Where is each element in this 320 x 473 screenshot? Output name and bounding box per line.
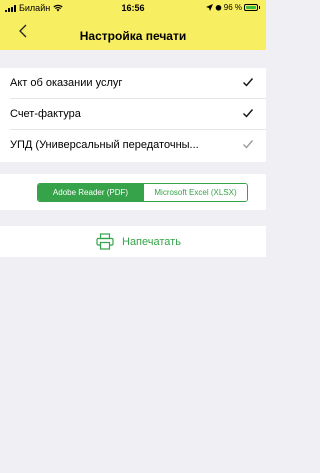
location-icon [205,4,213,11]
print-button[interactable]: Напечатать [96,233,181,250]
document-list: Акт об оказании услуг Счет-фактура УПД (… [0,68,266,162]
print-section: Напечатать [0,226,266,257]
format-option-pdf[interactable]: Adobe Reader (PDF) [38,184,143,201]
document-row-invoice[interactable]: Счет-фактура [0,99,266,130]
document-row-act[interactable]: Акт об оказании услуг [0,68,266,99]
battery-percent: 96 % [223,3,242,12]
document-row-upd[interactable]: УПД (Универсальный передаточны... [0,130,266,161]
document-label: Счет-фактура [10,108,81,120]
alarm-icon [215,5,222,11]
checkmark-icon [243,140,254,149]
format-option-xlsx[interactable]: Microsoft Excel (XLSX) [143,184,247,201]
printer-icon [96,233,114,250]
checkmark-icon [243,78,254,87]
format-segmented-control: Adobe Reader (PDF) Microsoft Excel (XLSX… [37,183,248,202]
checkmark-icon [243,109,254,118]
page-title: Настройка печати [79,29,187,43]
battery-icon [244,4,260,11]
status-right: 96 % [205,3,260,12]
document-label: Акт об оказании услуг [10,77,123,89]
format-section: Adobe Reader (PDF) Microsoft Excel (XLSX… [0,174,266,210]
document-label: УПД (Универсальный передаточны... [10,139,199,151]
print-label: Напечатать [122,235,181,248]
status-bar: Билайн 16:56 96 % [0,0,266,16]
nav-header: Билайн 16:56 96 % Настройка печати [0,0,266,50]
